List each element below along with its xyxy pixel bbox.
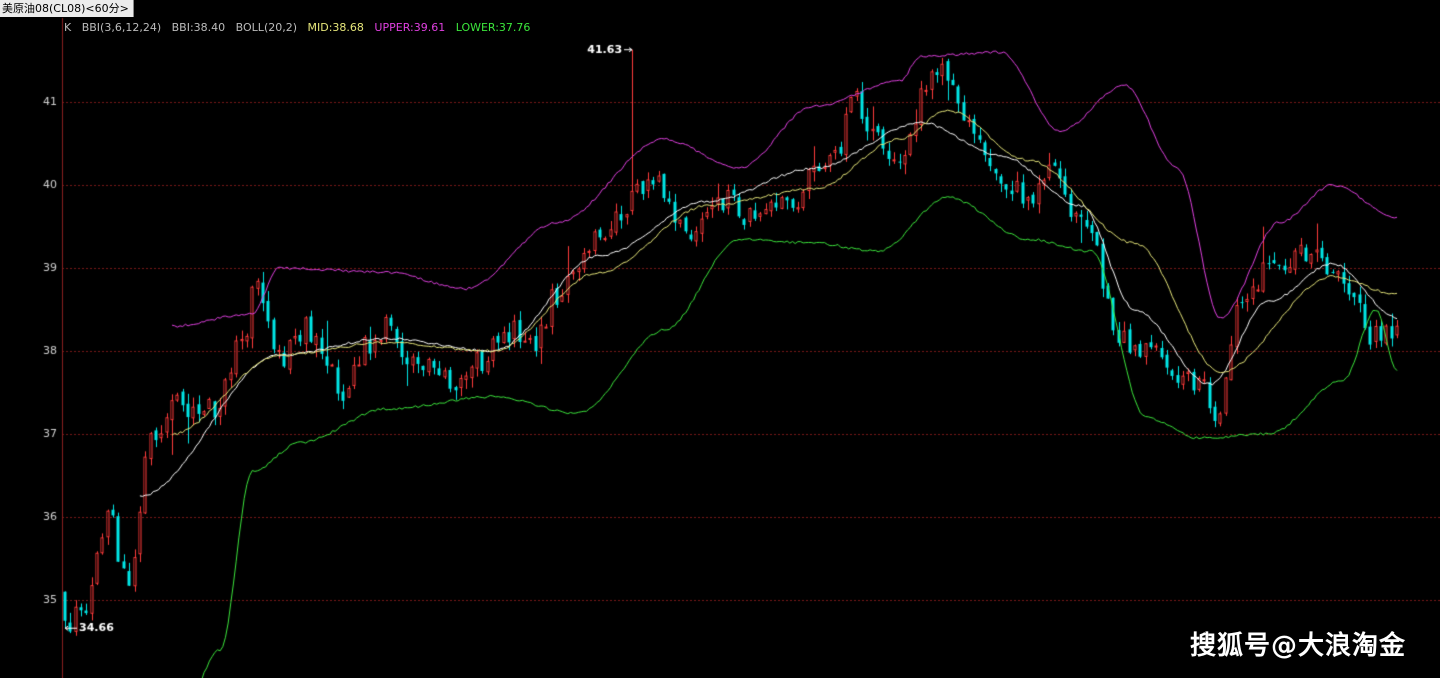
indicator-legend: K BBI(3,6,12,24) BBI:38.40 BOLL(20,2) MI… (64, 21, 537, 35)
price-chart-canvas[interactable] (0, 0, 1440, 678)
legend-k-label: K (64, 21, 72, 34)
legend-bbi-params: BBI(3,6,12,24) (81, 21, 162, 34)
watermark-text: 搜狐号@大浪淘金 (1189, 631, 1406, 661)
chart-title-tab[interactable]: 美原油08(CL08)<60分> (0, 0, 134, 17)
legend-boll-params: BOLL(20,2) (235, 21, 298, 34)
legend-lower-value: LOWER:37.76 (455, 21, 531, 34)
legend-upper-value: UPPER:39.61 (374, 21, 446, 34)
legend-mid-value: MID:38.68 (307, 21, 364, 34)
legend-bbi-value: BBI:38.40 (171, 21, 226, 34)
chart-title: 美原油08(CL08)<60分> (2, 2, 129, 15)
